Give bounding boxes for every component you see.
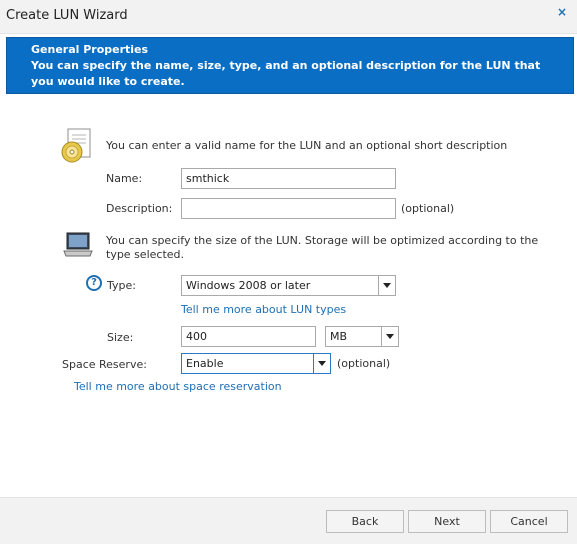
next-button[interactable]: Next xyxy=(408,510,486,533)
help-icon[interactable]: ? xyxy=(86,275,102,291)
title-bar: Create LUN Wizard × xyxy=(0,0,577,34)
name-input[interactable] xyxy=(181,168,396,189)
size-label: Size: xyxy=(107,331,134,344)
back-button[interactable]: Back xyxy=(326,510,404,533)
cancel-button[interactable]: Cancel xyxy=(490,510,568,533)
description-optional: (optional) xyxy=(401,202,455,215)
size-input[interactable] xyxy=(181,326,316,347)
space-reserve-optional: (optional) xyxy=(337,357,391,370)
wizard-footer: Back Next Cancel xyxy=(0,497,577,544)
space-reserve-label: Space Reserve: xyxy=(62,358,147,371)
lun-types-link[interactable]: Tell me more about LUN types xyxy=(181,303,346,316)
type-select[interactable]: Windows 2008 or later xyxy=(181,275,396,296)
chevron-down-icon[interactable] xyxy=(378,276,395,295)
laptop-icon xyxy=(63,232,93,261)
chevron-down-icon[interactable] xyxy=(313,354,330,373)
name-label: Name: xyxy=(106,172,143,185)
space-reserve-select[interactable]: Enable xyxy=(181,353,331,374)
banner-description: You can specify the name, size, type, an… xyxy=(31,59,541,88)
disk-document-icon xyxy=(60,128,94,167)
unit-select-value: MB xyxy=(330,330,348,343)
section-banner: General Properties You can specify the n… xyxy=(6,37,574,94)
space-reserve-select-value: Enable xyxy=(186,357,224,370)
unit-select[interactable]: MB xyxy=(325,326,399,347)
close-icon[interactable]: × xyxy=(557,5,567,19)
type-label: Type: xyxy=(107,279,136,292)
size-section-description: You can specify the size of the LUN. Sto… xyxy=(106,234,539,261)
banner-title: General Properties xyxy=(31,43,149,56)
space-reservation-link[interactable]: Tell me more about space reservation xyxy=(74,380,282,393)
description-label: Description: xyxy=(106,202,173,215)
window-title: Create LUN Wizard xyxy=(6,8,128,23)
name-section-description: You can enter a valid name for the LUN a… xyxy=(106,139,508,152)
chevron-down-icon[interactable] xyxy=(381,327,398,346)
type-select-value: Windows 2008 or later xyxy=(186,279,311,292)
description-input[interactable] xyxy=(181,198,396,219)
